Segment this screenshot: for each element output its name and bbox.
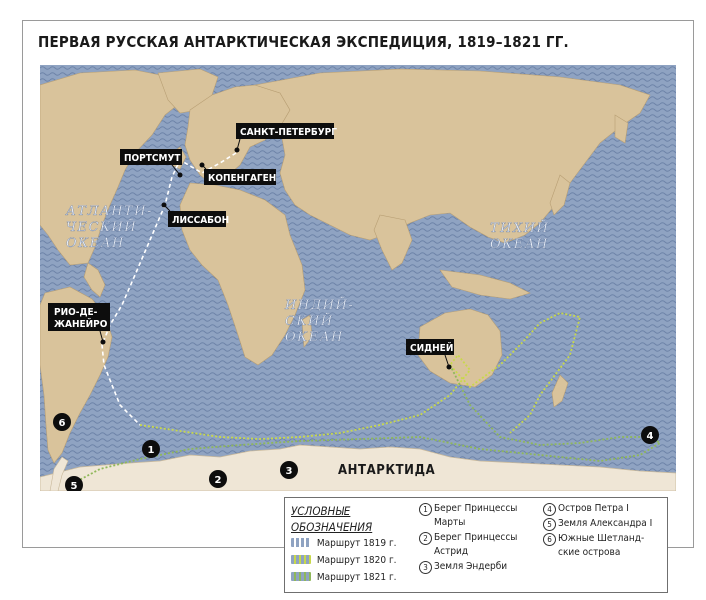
ocean-indian-line2: СКИЙ bbox=[285, 311, 334, 329]
ocean-indian-line3: ОКЕАН bbox=[285, 330, 344, 345]
route-1820-label: Маршрут 1820 г. bbox=[316, 555, 397, 566]
marker-5: 5 bbox=[71, 481, 78, 491]
legend-header: УСЛОВНЫЕ ОБОЗНАЧЕНИЯ bbox=[291, 503, 372, 535]
ocean-atlantic-line2: ЧЕСКИЙ bbox=[66, 217, 137, 235]
legend-place-2-num: 2 bbox=[419, 532, 432, 545]
map-title: ПЕРВАЯ РУССКАЯ АНТАРКТИЧЕСКАЯ ЭКСПЕДИЦИЯ… bbox=[38, 33, 569, 51]
legend-place-2: 2 Берег Принцессы Астрид bbox=[419, 531, 547, 559]
legend-place-1: 1 Берег Принцессы Марты bbox=[419, 502, 547, 530]
legend-route-1819: Маршрут 1819 г. bbox=[291, 537, 397, 551]
legend-route-1820: Маршрут 1820 г. bbox=[291, 554, 397, 568]
legend-place-5-line1: Земля Александра I bbox=[558, 518, 653, 529]
route-1820-swatch bbox=[291, 555, 311, 564]
legend-place-6-line2: ские острова bbox=[558, 547, 621, 558]
legend-place-3-num: 3 bbox=[419, 561, 432, 574]
route-1819-label: Маршрут 1819 г. bbox=[316, 538, 397, 549]
legend-header-line2: ОБОЗНАЧЕНИЯ bbox=[291, 520, 373, 534]
legend-place-4-line1: Остров Петра I bbox=[558, 503, 629, 514]
legend-places-col2: 4 Остров Петра I 5 Земля Александра I 6 … bbox=[543, 502, 671, 561]
ocean-atlantic-line3: ОКЕАН bbox=[66, 236, 125, 251]
ocean-pacific-line1: ТИХИЙ bbox=[490, 218, 549, 236]
legend-place-6-line1: Южные Шетланд- bbox=[558, 533, 645, 544]
legend-place-2-line2: Астрид bbox=[434, 546, 469, 557]
marker-4: 4 bbox=[647, 431, 654, 442]
label-lisbon: ЛИССАБОН bbox=[172, 215, 229, 226]
legend-place-5: 5 Земля Александра I bbox=[543, 517, 671, 531]
antarctica-label: АНТАРКТИДА bbox=[338, 463, 435, 478]
legend-place-1-line1: Берег Принцессы bbox=[434, 503, 518, 514]
marker-1: 1 bbox=[148, 445, 155, 456]
legend-place-1-line2: Марты bbox=[434, 517, 466, 528]
label-sydney: СИДНЕЙ bbox=[410, 341, 453, 354]
legend-place-6: 6 Южные Шетланд- ские острова bbox=[543, 532, 671, 560]
marker-6: 6 bbox=[59, 418, 66, 429]
ocean-pacific-line2: ОКЕАН bbox=[490, 237, 549, 252]
label-portsmouth: ПОРТСМУТ bbox=[124, 153, 181, 164]
label-saint-petersburg: САНКТ-ПЕТЕРБУРГ bbox=[240, 127, 337, 138]
label-rio-line1: РИО-ДЕ- bbox=[54, 307, 98, 318]
legend-place-3-line1: Земля Эндерби bbox=[434, 561, 508, 572]
label-copenhagen: КОПЕНГАГЕН bbox=[208, 173, 276, 184]
route-1819-swatch bbox=[291, 538, 311, 547]
marker-3: 3 bbox=[286, 466, 293, 477]
legend-place-5-num: 5 bbox=[543, 518, 556, 531]
ocean-indian-line1: ИНДИЙ- bbox=[284, 295, 354, 313]
legend-place-6-num: 6 bbox=[543, 533, 556, 546]
route-1821-label: Маршрут 1821 г. bbox=[316, 572, 397, 583]
legend-route-1821: Маршрут 1821 г. bbox=[291, 571, 397, 585]
legend-place-2-line1: Берег Принцессы bbox=[434, 532, 518, 543]
legend: УСЛОВНЫЕ ОБОЗНАЧЕНИЯ Маршрут 1819 г. Мар… bbox=[284, 497, 668, 593]
label-rio-line2: ЖАНЕЙРО bbox=[54, 317, 108, 330]
legend-place-3: 3 Земля Эндерби bbox=[419, 560, 547, 574]
marker-2: 2 bbox=[215, 475, 222, 486]
legend-place-4-num: 4 bbox=[543, 503, 556, 516]
legend-places-col1: 1 Берег Принцессы Марты 2 Берег Принцесс… bbox=[419, 502, 547, 575]
legend-place-4: 4 Остров Петра I bbox=[543, 502, 671, 516]
legend-header-line1: УСЛОВНЫЕ bbox=[291, 504, 351, 518]
legend-place-1-num: 1 bbox=[419, 503, 432, 516]
world-map: САНКТ-ПЕТЕРБУРГ ПОРТСМУТ КОПЕНГАГЕН ЛИСС… bbox=[40, 65, 676, 491]
route-1821-swatch bbox=[291, 572, 311, 581]
ocean-atlantic-line1: АТЛАНТИ- bbox=[65, 204, 153, 219]
